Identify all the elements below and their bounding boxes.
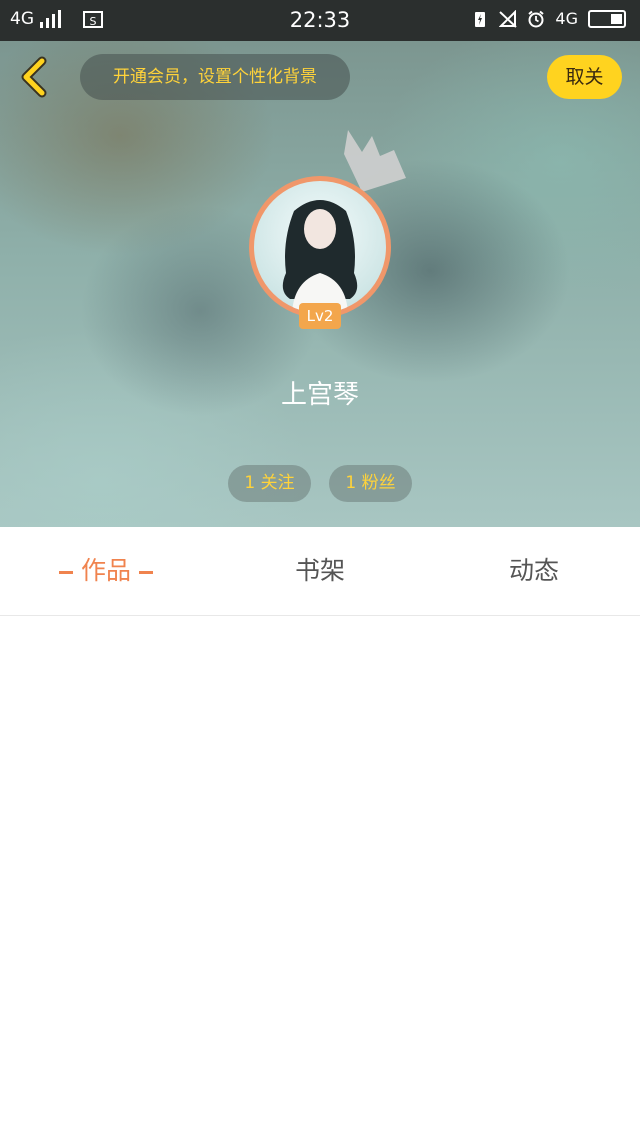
no-signal-icon [499,9,518,28]
battery-saver-icon [475,11,486,27]
tab-bar: 作品 书架 动态 [0,527,640,616]
unfollow-button[interactable]: 取关 [547,55,622,99]
level-badge: Lv2 [299,303,341,329]
username: 上宫琴 [280,380,359,410]
avatar-image [254,181,386,313]
alarm-icon [528,10,545,27]
tab-label: 作品 [80,556,131,585]
network-type-right: 4G [555,9,578,28]
status-bar: 4G S 22:33 4G [0,0,640,41]
vip-banner-button[interactable]: 开通会员，设置个性化背景 [80,54,350,100]
tab-works[interactable]: 作品 [50,527,162,615]
avatar[interactable] [249,176,391,318]
chevron-left-icon[interactable] [14,55,54,99]
following-count-button[interactable]: 1 关注 [228,465,311,502]
tab-indicator-left [58,570,73,574]
tab-bookshelf[interactable]: 书架 [264,527,376,615]
battery-icon [588,9,626,28]
tab-label: 书架 [294,556,345,585]
tab-content-area [0,616,640,1138]
profile-header: 开通会员，设置个性化背景 取关 Lv2 上宫琴 1 关注 1 粉丝 [0,41,640,527]
tab-label: 动态 [508,556,559,585]
tab-indicator-right [139,570,153,574]
tab-activity[interactable]: 动态 [478,527,590,615]
status-right: 4G [471,9,626,28]
fans-count-button[interactable]: 1 粉丝 [329,465,412,502]
